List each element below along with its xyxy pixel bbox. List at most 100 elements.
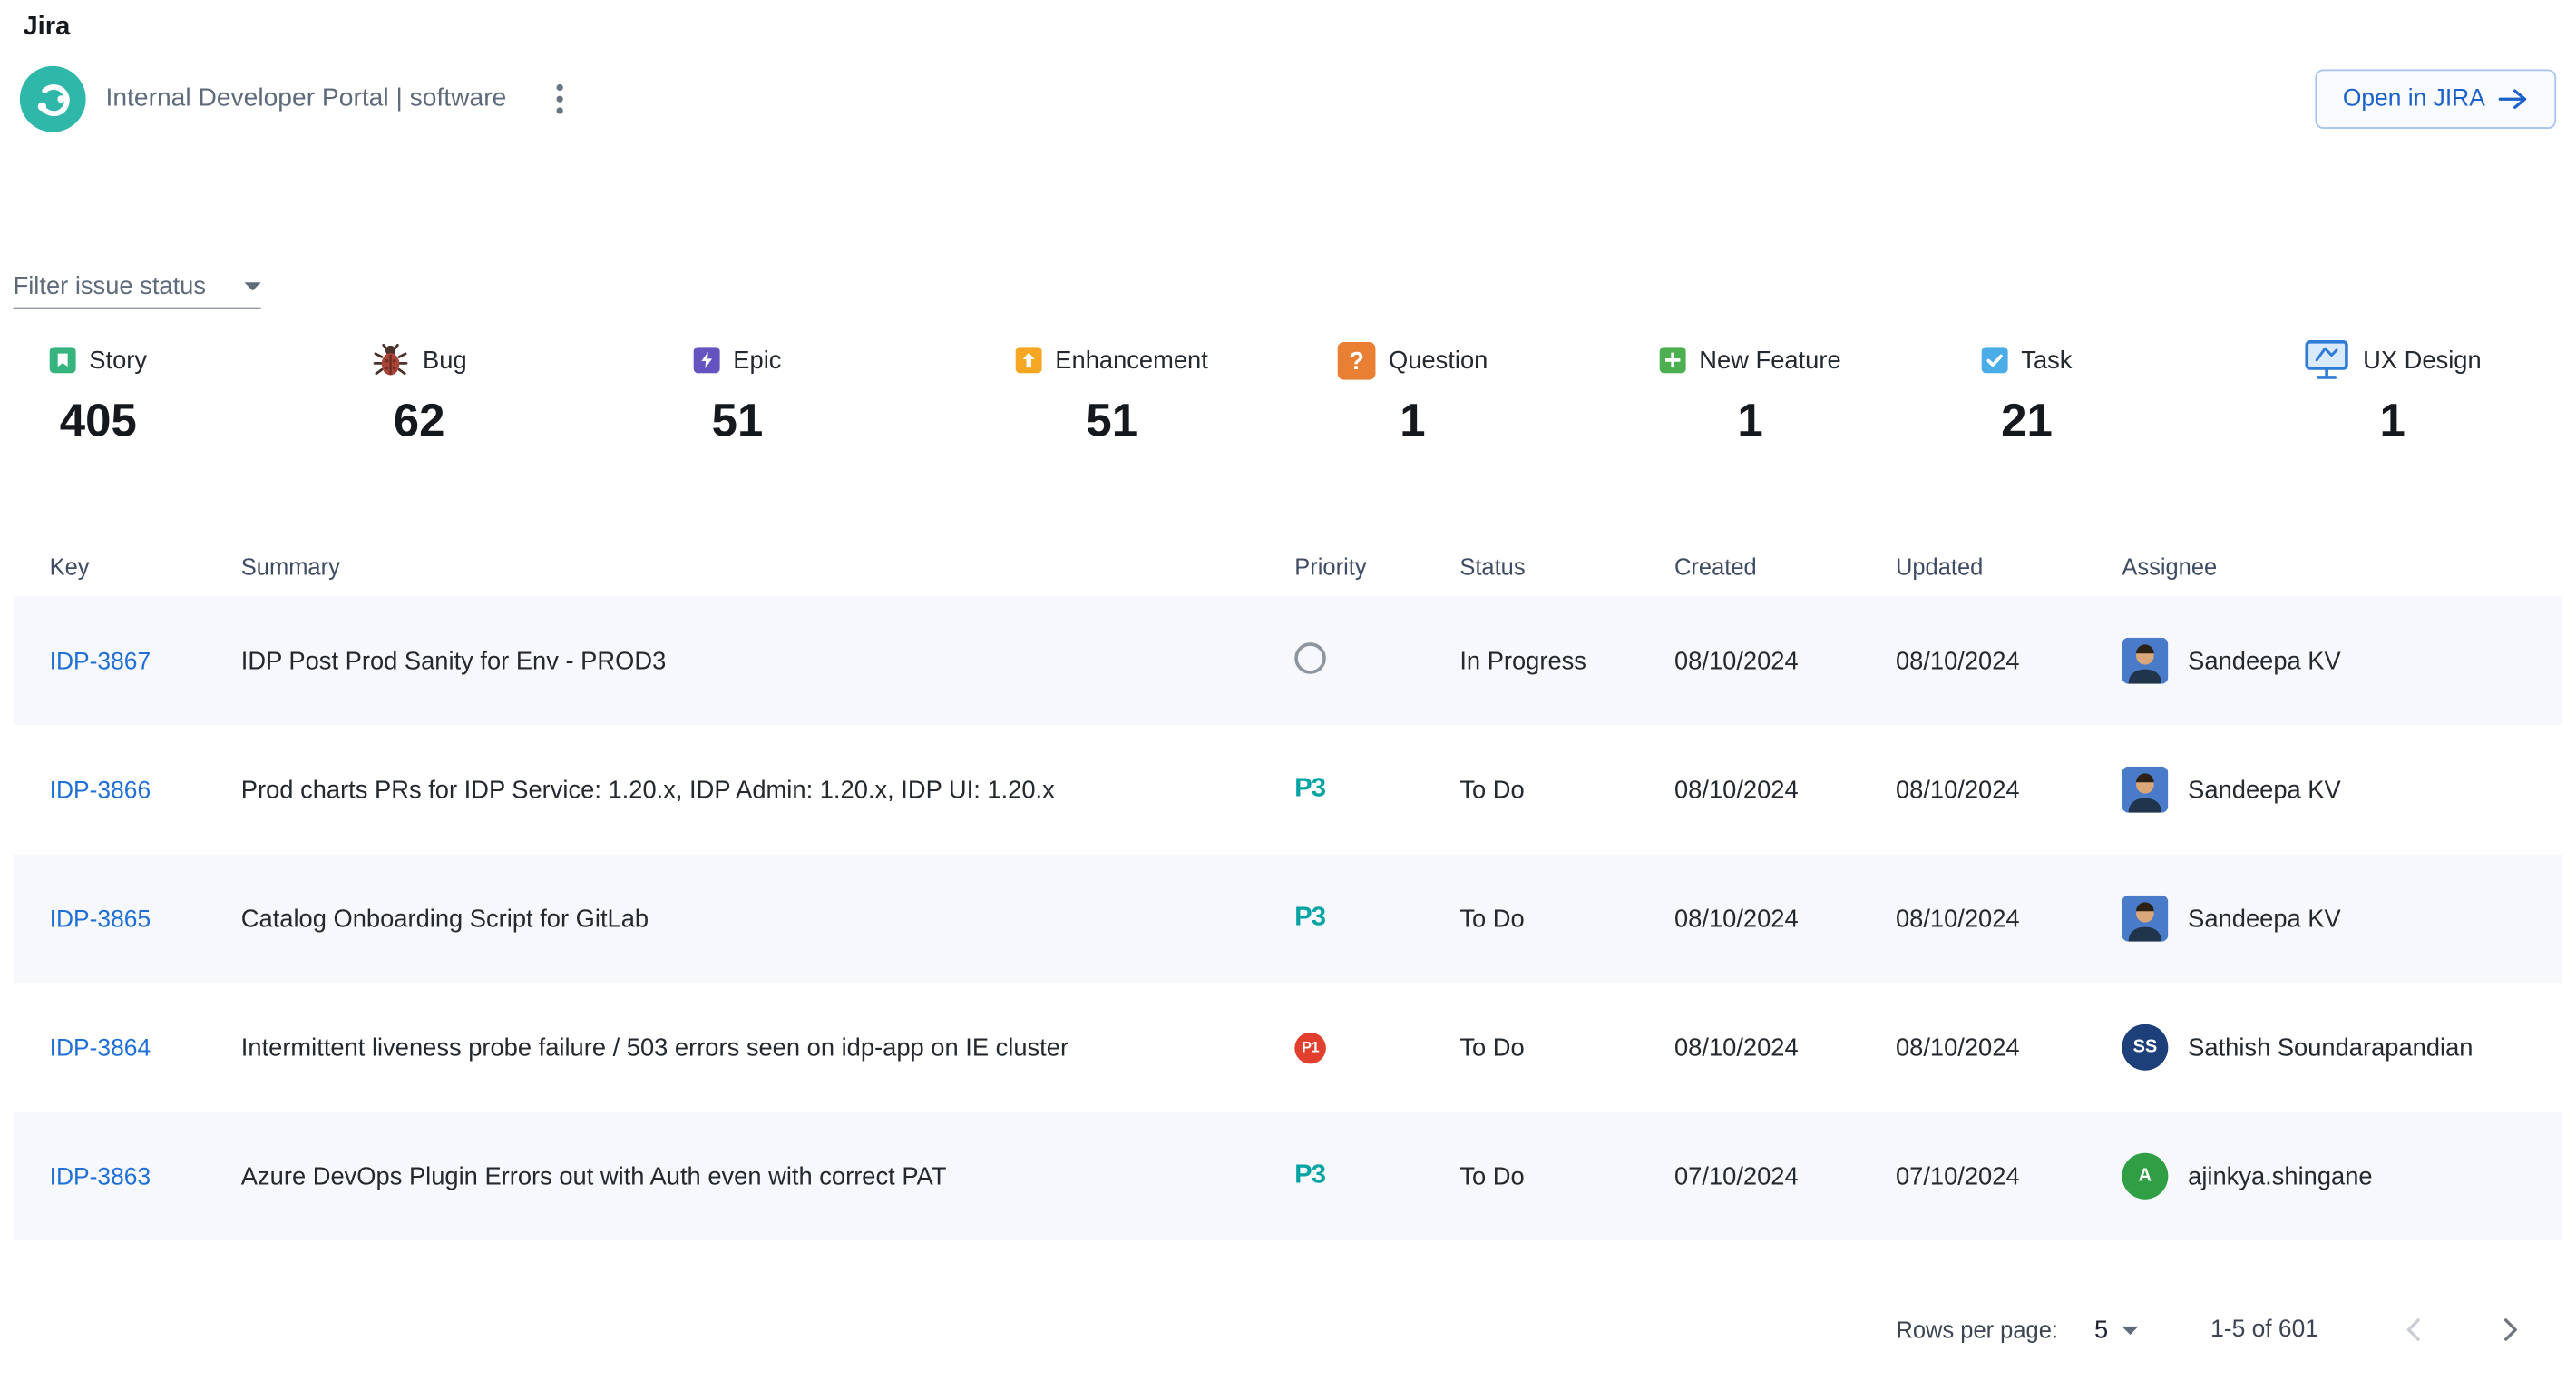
assignee-name: ajinkya.shingane	[2188, 1162, 2372, 1190]
counter-label: Story	[89, 346, 147, 374]
counter-count: 21	[1982, 395, 2073, 447]
avatar: SS	[2122, 1024, 2168, 1071]
priority-p3-icon: P3	[1294, 904, 1325, 932]
arrow-right-icon	[2498, 87, 2528, 110]
issue-status: To Do	[1459, 905, 1674, 933]
issue-key-link[interactable]: IDP-3864	[50, 1035, 151, 1062]
counter-label: Task	[2021, 346, 2072, 374]
assignee-name: Sandeepa KV	[2188, 647, 2341, 675]
issue-summary: IDP Post Prod Sanity for Env - PROD3	[241, 647, 1294, 675]
table-row: IDP-3864 Intermittent liveness probe fai…	[14, 983, 2563, 1112]
page-title: Jira	[0, 0, 2576, 43]
avatar	[2122, 896, 2168, 942]
assignee-name: Sandeepa KV	[2188, 776, 2341, 804]
table-row: IDP-3866 Prod charts PRs for IDP Service…	[14, 725, 2563, 854]
counter-label: UX Design	[2363, 346, 2482, 374]
issue-created: 07/10/2024	[1674, 1162, 1896, 1190]
issue-key-link[interactable]: IDP-3866	[50, 778, 151, 804]
project-name: Internal Developer Portal | software	[106, 84, 507, 114]
svg-text:?: ?	[1349, 346, 1364, 374]
enhancement-icon	[1016, 347, 1042, 373]
next-page-button[interactable]	[2487, 1307, 2533, 1353]
question-icon: ?	[1338, 341, 1376, 379]
column-header-updated: Updated	[1896, 553, 2122, 580]
more-options-icon[interactable]	[550, 78, 570, 121]
avatar	[2122, 767, 2168, 813]
open-in-jira-button[interactable]: Open in JIRA	[2315, 69, 2556, 129]
issue-updated: 08/10/2024	[1896, 1033, 2122, 1062]
priority-p3-icon: P3	[1294, 1161, 1325, 1190]
counter-count: 51	[1016, 395, 1208, 447]
rows-per-page-label: Rows per page:	[1896, 1317, 2058, 1343]
issue-updated: 08/10/2024	[1896, 647, 2122, 675]
issue-updated: 08/10/2024	[1896, 905, 2122, 933]
counter-count: 1	[2304, 395, 2482, 447]
issue-updated: 08/10/2024	[1896, 776, 2122, 804]
column-header-priority: Priority	[1294, 553, 1459, 580]
jira-logo-icon	[20, 66, 86, 132]
avatar: A	[2122, 1153, 2168, 1200]
pagination-range: 1-5 of 601	[2210, 1317, 2318, 1343]
card-header: Internal Developer Portal | software Ope…	[20, 63, 2556, 135]
issue-created: 08/10/2024	[1674, 905, 1896, 933]
column-header-key: Key	[50, 553, 241, 580]
table-row: IDP-3865 Catalog Onboarding Script for G…	[14, 854, 2563, 983]
chevron-left-icon	[2397, 1313, 2430, 1346]
epic-icon	[694, 347, 720, 373]
counter-ux-design: UX Design 1	[2254, 336, 2576, 468]
issue-summary: Prod charts PRs for IDP Service: 1.20.x,…	[241, 776, 1294, 804]
counter-count: 1	[1660, 395, 1841, 447]
column-header-assignee: Assignee	[2122, 553, 2562, 580]
rows-per-page-value: 5	[2094, 1316, 2108, 1344]
issue-key-link[interactable]: IDP-3865	[50, 906, 151, 933]
task-icon	[1982, 347, 2008, 373]
filter-label: Filter issue status	[14, 271, 206, 299]
issue-summary: Azure DevOps Plugin Errors out with Auth…	[241, 1162, 1294, 1190]
table-header-row: Key Summary Priority Status Created Upda…	[14, 537, 2563, 597]
column-header-status: Status	[1459, 553, 1674, 580]
counter-new-feature: New Feature 1	[1610, 336, 1932, 468]
counter-enhancement: Enhancement 51	[966, 336, 1288, 468]
issues-table: Key Summary Priority Status Created Upda…	[14, 537, 2563, 1241]
story-icon	[50, 347, 76, 373]
counter-count: 405	[50, 395, 147, 447]
counter-question: ? Question 1	[1288, 336, 1610, 468]
chevron-down-icon	[244, 281, 260, 289]
issue-summary: Catalog Onboarding Script for GitLab	[241, 905, 1294, 933]
priority-none-icon	[1294, 642, 1326, 673]
counter-bug: Bug 62	[322, 336, 644, 468]
counter-count: 62	[372, 395, 467, 447]
issue-key-link[interactable]: IDP-3863	[50, 1164, 151, 1190]
ux-design-icon	[2304, 338, 2350, 381]
issue-status: To Do	[1459, 1162, 1674, 1190]
counter-label: Enhancement	[1055, 346, 1208, 374]
priority-p3-icon: P3	[1294, 775, 1325, 803]
new-feature-icon	[1660, 347, 1686, 373]
avatar	[2122, 638, 2168, 684]
jira-plugin-card: Jira Internal Developer Portal | softwar…	[0, 0, 2576, 1381]
rows-per-page-select[interactable]: 5	[2094, 1316, 2138, 1344]
counter-label: Epic	[733, 346, 781, 374]
counter-label: Question	[1389, 346, 1488, 374]
counter-label: New Feature	[1699, 346, 1840, 374]
filter-issue-status-select[interactable]: Filter issue status	[14, 264, 261, 309]
issue-summary: Intermittent liveness probe failure / 50…	[241, 1033, 1294, 1062]
counter-count: 1	[1338, 395, 1488, 447]
bug-icon	[372, 340, 410, 380]
issue-created: 08/10/2024	[1674, 776, 1896, 804]
issue-status: To Do	[1459, 1033, 1674, 1062]
counter-count: 51	[694, 395, 782, 447]
chevron-down-icon	[2122, 1326, 2138, 1334]
table-pagination: Rows per page: 5 1-5 of 601	[0, 1297, 2576, 1363]
issue-updated: 07/10/2024	[1896, 1162, 2122, 1190]
open-in-jira-label: Open in JIRA	[2343, 86, 2485, 113]
previous-page-button[interactable]	[2391, 1307, 2437, 1353]
issue-type-counters: Story 405	[0, 336, 2576, 468]
issue-key-link[interactable]: IDP-3867	[50, 649, 151, 675]
column-header-created: Created	[1674, 553, 1896, 580]
counter-epic: Epic 51	[644, 336, 966, 468]
issue-status: In Progress	[1459, 647, 1674, 675]
issue-created: 08/10/2024	[1674, 1033, 1896, 1062]
counter-task: Task 21	[1932, 336, 2254, 468]
issue-created: 08/10/2024	[1674, 647, 1896, 675]
